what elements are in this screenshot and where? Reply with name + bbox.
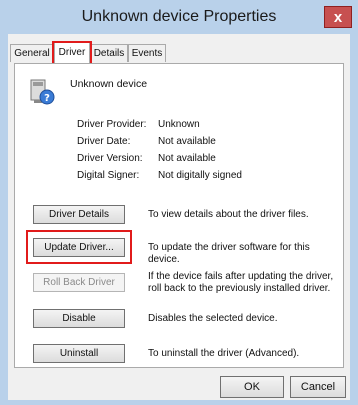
dialog-client-area: General Driver Details Events ? Unknown … [8,34,350,400]
driver-date-value: Not available [158,136,216,147]
ok-button[interactable]: OK [220,376,284,398]
driver-tab-highlight [52,41,92,65]
svg-text:?: ? [44,93,50,104]
update-driver-description: To update the driver software for this d… [148,242,310,265]
driver-version-value: Not available [158,153,216,164]
close-button[interactable]: x [324,6,352,28]
uninstall-button[interactable]: Uninstall [33,344,125,363]
roll-back-driver-button[interactable]: Roll Back Driver [33,273,125,292]
driver-date-label: Driver Date: [77,136,131,147]
update-driver-highlight [26,230,132,264]
cancel-button[interactable]: Cancel [290,376,346,398]
digital-signer-value: Not digitally signed [158,170,242,181]
driver-tab-panel: ? Unknown device Driver Provider: Unknow… [14,63,344,368]
disable-button[interactable]: Disable [33,309,125,328]
disable-description: Disables the selected device. [148,313,278,324]
driver-provider-label: Driver Provider: [77,119,147,130]
window-title: Unknown device Properties [81,8,277,25]
uninstall-description: To uninstall the driver (Advanced). [148,348,300,359]
title-bar[interactable]: Unknown device Properties x [0,0,358,34]
driver-details-description: To view details about the driver files. [148,209,309,220]
device-name: Unknown device [70,78,148,90]
driver-details-button[interactable]: Driver Details [33,205,125,224]
tab-details[interactable]: Details [90,44,128,62]
tab-events[interactable]: Events [128,44,166,62]
driver-provider-value: Unknown [158,119,200,130]
unknown-device-icon: ? [30,79,55,105]
properties-window: Unknown device Properties x General Driv… [0,0,358,405]
roll-back-driver-description: If the device fails after updating the d… [148,271,334,294]
digital-signer-label: Digital Signer: [77,170,140,181]
tab-general[interactable]: General [10,44,54,62]
driver-version-label: Driver Version: [77,153,143,164]
